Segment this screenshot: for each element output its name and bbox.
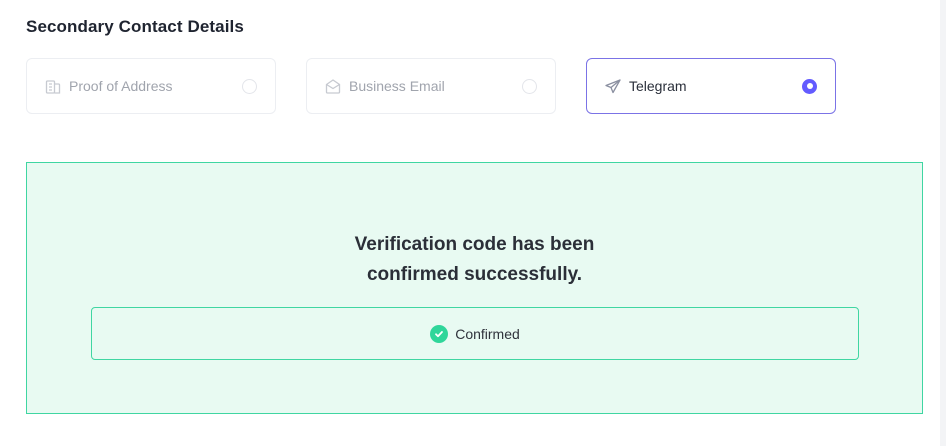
- verification-success-box: Verification code has been confirmed suc…: [26, 162, 923, 414]
- option-label: Proof of Address: [69, 78, 173, 94]
- check-circle-icon: [430, 324, 449, 343]
- option-label: Telegram: [629, 78, 687, 94]
- radio-business-email[interactable]: [522, 78, 537, 94]
- option-telegram[interactable]: Telegram: [586, 58, 836, 114]
- option-proof-of-address[interactable]: Proof of Address: [26, 58, 276, 114]
- success-message-line-1: Verification code has been: [354, 234, 595, 255]
- option-label: Business Email: [349, 78, 445, 94]
- telegram-paper-plane-icon: [603, 76, 623, 96]
- confirmed-label: Confirmed: [455, 325, 520, 342]
- envelope-open-icon: [323, 76, 343, 96]
- building-icon: [43, 76, 63, 96]
- contact-panel: Secondary Contact Details Proof of Addre…: [0, 0, 940, 446]
- radio-telegram[interactable]: [802, 78, 817, 94]
- radio-dot: [806, 83, 813, 89]
- section-title: Secondary Contact Details: [26, 17, 244, 36]
- confirmed-status-bar: Confirmed: [91, 307, 859, 360]
- option-business-email[interactable]: Business Email: [306, 58, 556, 114]
- radio-proof-of-address[interactable]: [242, 78, 257, 94]
- success-message-line-2: confirmed successfully.: [366, 264, 583, 285]
- success-message: Verification code has been confirmed suc…: [27, 230, 922, 290]
